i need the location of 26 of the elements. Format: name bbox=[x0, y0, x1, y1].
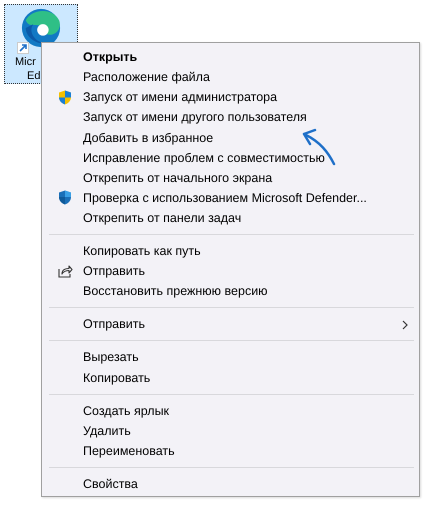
menu-item[interactable]: Отправить bbox=[45, 261, 416, 282]
menu-item[interactable]: Открепить от панели задач bbox=[45, 208, 416, 228]
menu-item[interactable]: Запуск от имени другого пользователя bbox=[45, 107, 416, 128]
menu-item[interactable]: Запуск от имени администратора bbox=[45, 87, 416, 108]
shield-icon bbox=[58, 90, 72, 105]
menu-item[interactable]: Свойства bbox=[45, 474, 416, 494]
icon-label: Ed bbox=[27, 69, 40, 83]
menu-item[interactable]: Создать ярлык bbox=[45, 400, 416, 421]
chevron-right-icon bbox=[402, 320, 408, 330]
shield-icon bbox=[58, 190, 72, 206]
menu-item[interactable]: Исправление проблем с совместимостью bbox=[45, 148, 416, 168]
menu-item[interactable]: Открепить от начального экрана bbox=[45, 168, 416, 188]
menu-item[interactable]: Копировать как путь bbox=[45, 241, 416, 262]
menu-item[interactable]: Открыть bbox=[45, 47, 416, 68]
menu-item[interactable]: Вырезать bbox=[45, 347, 416, 368]
menu-item[interactable]: Переименовать bbox=[45, 440, 416, 461]
menu-item[interactable]: Расположение файла bbox=[45, 67, 416, 88]
menu-item[interactable]: Отправить bbox=[45, 314, 416, 334]
share-icon bbox=[58, 264, 72, 278]
menu-item[interactable]: Проверка с использованием Microsoft Defender... bbox=[45, 188, 416, 208]
menu-item[interactable]: Удалить bbox=[45, 420, 416, 441]
icon-label: Micr bbox=[15, 55, 36, 69]
menu-item[interactable]: Копировать bbox=[45, 368, 416, 388]
shortcut-arrow-icon bbox=[18, 43, 28, 53]
menu-item[interactable]: Добавить в избранное bbox=[45, 128, 416, 148]
menu-item[interactable]: Восстановить прежнюю версию bbox=[45, 281, 416, 302]
